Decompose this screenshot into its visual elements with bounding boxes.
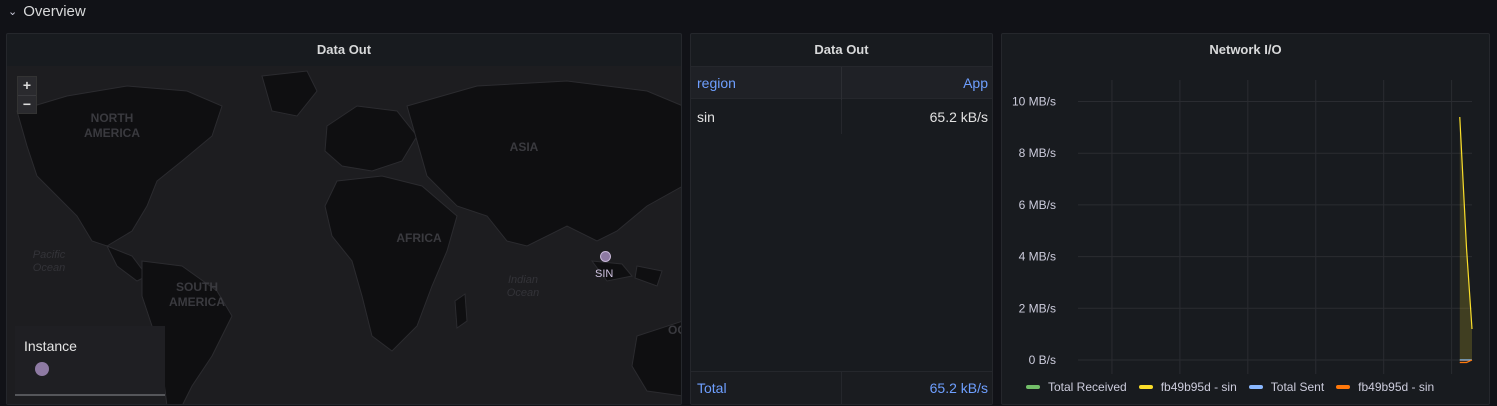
- map-label-north-america: NORTH: [91, 111, 134, 125]
- map-legend-title: Instance: [24, 338, 77, 354]
- y-tick-label: 10 MB/s: [1012, 95, 1056, 109]
- map-label-indian: Indian: [508, 274, 538, 286]
- legend-label: fb49b95d - sin: [1358, 380, 1435, 394]
- panel-title: Network I/O: [1209, 42, 1282, 57]
- y-tick-label: 0 B/s: [1029, 353, 1056, 367]
- legend-item[interactable]: fb49b95d - sin: [1138, 380, 1237, 394]
- legend-swatch: [1138, 385, 1153, 389]
- legend-label: Total Sent: [1270, 380, 1325, 394]
- world-map[interactable]: NORTH AMERICA SOUTH AMERICA AFRICA ASIA …: [7, 66, 682, 404]
- cell-region: sin: [697, 109, 715, 125]
- map-label-south-america: SOUTH: [176, 280, 218, 294]
- map-marker-sin[interactable]: [600, 251, 611, 262]
- cell-app: 65.2 kB/s: [929, 109, 988, 125]
- legend-swatch: [1248, 385, 1263, 389]
- column-header-app[interactable]: App: [963, 67, 988, 100]
- svg-text:AMERICA: AMERICA: [84, 126, 140, 140]
- footer-value: 65.2 kB/s: [929, 380, 988, 396]
- svg-text:Ocean: Ocean: [33, 262, 65, 274]
- map-zoom-control: + −: [17, 76, 37, 114]
- zoom-out-button[interactable]: −: [18, 95, 36, 113]
- svg-text:AMERICA: AMERICA: [169, 295, 225, 309]
- panel-table: Data Out region App sin 65.2 kB/s Total …: [690, 33, 993, 405]
- legend-item[interactable]: Total Received: [1026, 380, 1127, 394]
- map-label-oceania: OC: [668, 323, 682, 337]
- panel-geomap: Data Out NORTH AMERICA SOUTH AMERICA AFR…: [6, 33, 682, 405]
- map-label-africa: AFRICA: [396, 231, 442, 245]
- chart-legend: Total Received fb49b95d - sin Total Sent fb…: [1026, 380, 1434, 394]
- table-footer: Total 65.2 kB/s: [691, 371, 992, 404]
- network-io-chart[interactable]: 10 MB/s8 MB/s6 MB/s4 MB/s2 MB/s0 B/s13:5…: [1002, 66, 1490, 376]
- panel-title: Data Out: [316, 42, 372, 57]
- legend-swatch: [1336, 385, 1351, 389]
- legend-item[interactable]: fb49b95d - sin: [1336, 380, 1434, 394]
- panel-title: Data Out: [814, 42, 869, 57]
- map-label-pacific: Pacific: [33, 249, 66, 261]
- map-legend: Instance: [15, 326, 165, 396]
- table-header: region App: [691, 66, 992, 100]
- legend-item[interactable]: Total Sent: [1248, 380, 1325, 394]
- legend-label: Total Received: [1048, 380, 1127, 394]
- y-tick-label: 8 MB/s: [1019, 146, 1056, 160]
- zoom-in-button[interactable]: +: [18, 77, 36, 95]
- svg-text:Ocean: Ocean: [507, 287, 539, 299]
- y-tick-label: 2 MB/s: [1019, 301, 1056, 315]
- map-legend-swatch: [35, 362, 49, 376]
- map-marker-label: SIN: [595, 268, 614, 280]
- chevron-down-icon: ⌄: [8, 5, 18, 18]
- panel-network-io: Network I/O 10 MB/s 8 MB/s 6 MB/s 4 MB/s 2 M…: [1001, 33, 1490, 405]
- table-row: sin 65.2 kB/s: [691, 100, 992, 134]
- legend-label: fb49b95d - sin: [1160, 380, 1237, 394]
- y-tick-label: 6 MB/s: [1019, 198, 1056, 212]
- map-label-asia: ASIA: [510, 140, 539, 154]
- y-tick-label: 4 MB/s: [1019, 250, 1056, 264]
- legend-swatch: [1026, 385, 1040, 389]
- footer-label: Total: [697, 380, 727, 396]
- column-header-region[interactable]: region: [697, 67, 736, 100]
- row-header-overview[interactable]: ⌄ Overview: [8, 0, 86, 22]
- row-title: Overview: [23, 2, 86, 20]
